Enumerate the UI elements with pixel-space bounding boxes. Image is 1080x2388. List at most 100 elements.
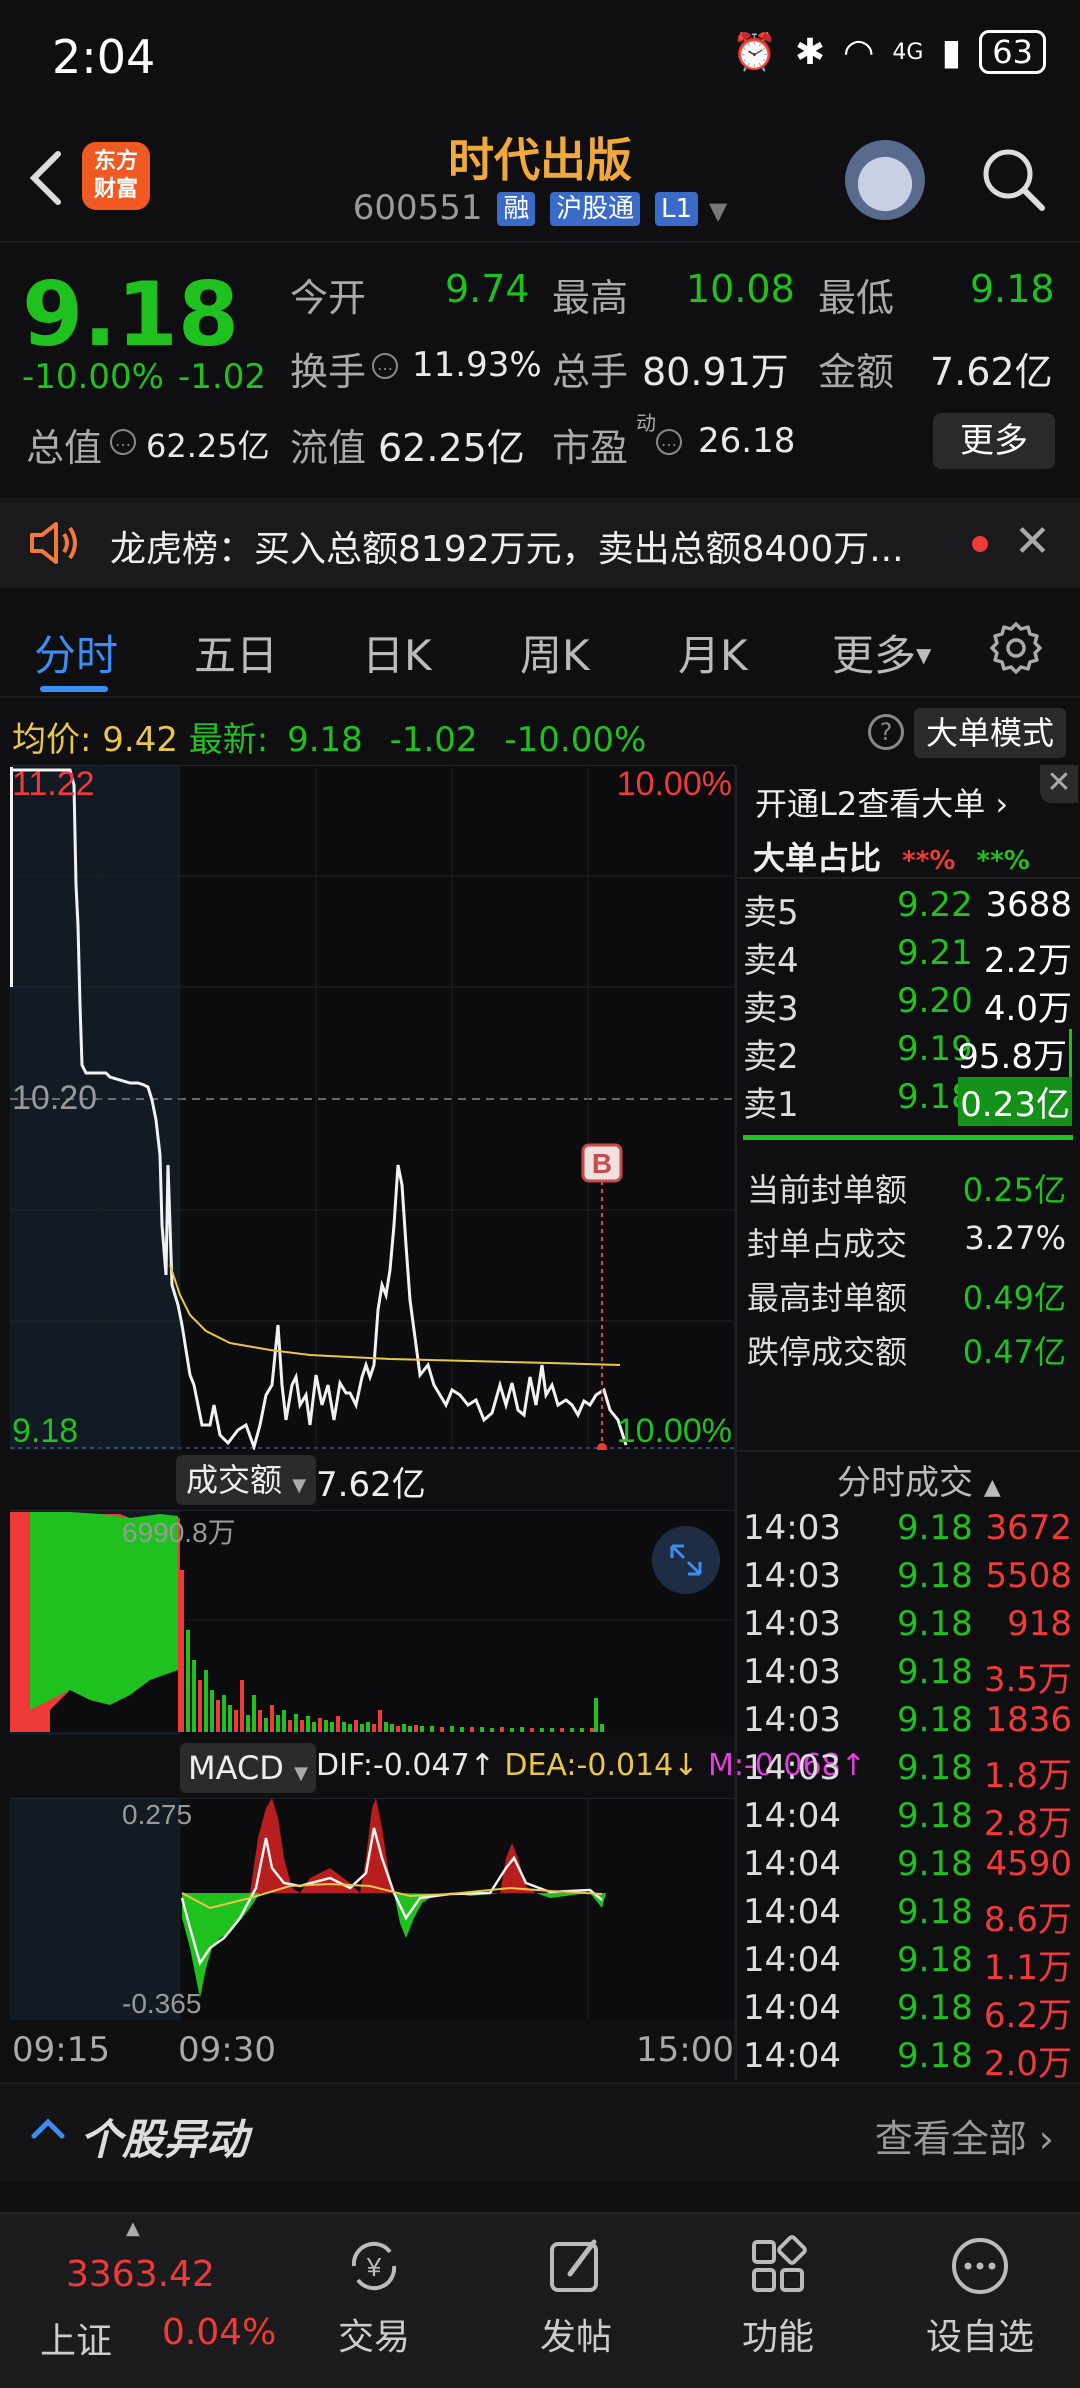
- stock-anomaly-section[interactable]: 个股异动 查看全部 ›: [0, 2082, 1080, 2182]
- avg-price-label: 均价:: [12, 720, 92, 760]
- tab-daily-k[interactable]: 日K: [362, 622, 432, 683]
- more-button[interactable]: 更多: [933, 413, 1055, 469]
- indicator-selector[interactable]: MACD ▼: [180, 1743, 316, 1793]
- stat-label: 跌停成交额: [747, 1333, 908, 1371]
- close-icon[interactable]: ✕: [1014, 516, 1051, 567]
- avg-price-value: 9.42: [102, 720, 178, 760]
- bottom-navigation: ▲ 3363.42 上证 0.04% ¥ 交易 发帖 功能 设自选: [0, 2212, 1080, 2388]
- ask-row[interactable]: 卖3 9.20 4.0万: [737, 981, 1080, 1029]
- y-mid-label: 10.20: [12, 1079, 97, 1117]
- ask-row[interactable]: 卖5 9.22 3688: [737, 885, 1080, 933]
- tab-weekly-k[interactable]: 周K: [520, 622, 590, 683]
- tick-row: 14:04 9.18 8.6万: [737, 1892, 1080, 1940]
- high-label: 最高: [552, 276, 629, 320]
- see-all-link[interactable]: 查看全部 ›: [875, 2108, 1054, 2163]
- nav-add-watchlist[interactable]: 设自选: [910, 2234, 1050, 2360]
- ask-volume: 4.0万: [983, 989, 1072, 1029]
- ticks-title[interactable]: 分时成交 ▲: [837, 1455, 1001, 1504]
- low-label: 最低: [818, 276, 895, 320]
- wifi-icon: ◠: [843, 31, 875, 73]
- ticks-title-label: 分时成交: [837, 1463, 973, 1503]
- macd-chart[interactable]: 0.275 -0.365: [10, 1798, 734, 2020]
- stock-code: 600551: [352, 188, 483, 228]
- tick-row: 14:03 9.18 1836: [737, 1700, 1080, 1748]
- tick-volume: 918: [1007, 1604, 1072, 1644]
- index-name[interactable]: 上证: [40, 2312, 112, 2364]
- tab-five-day[interactable]: 五日: [194, 622, 278, 683]
- edit-icon: [550, 2239, 598, 2292]
- tick-price: 9.18: [897, 1700, 973, 1740]
- tab-monthly-k[interactable]: 月K: [678, 622, 748, 683]
- anomaly-title: 个股异动: [80, 2115, 249, 2164]
- volume-selector[interactable]: 成交额 ▼: [176, 1455, 317, 1505]
- nav-functions-label: 功能: [741, 2317, 814, 2358]
- ask-row[interactable]: 卖1 9.18 0.23亿: [737, 1077, 1080, 1126]
- close-icon[interactable]: ✕: [1040, 765, 1078, 803]
- pe-dynamic-mark: 动: [636, 411, 656, 435]
- divider: [737, 877, 1080, 879]
- nav-post[interactable]: 发帖: [506, 2234, 646, 2360]
- speaker-icon: [30, 522, 77, 564]
- tab-more[interactable]: 更多▼: [832, 622, 931, 683]
- index-value[interactable]: 3363.42: [66, 2254, 215, 2295]
- ask-row[interactable]: 卖2 9.19 95.8万: [737, 1029, 1080, 1078]
- big-order-mode-button[interactable]: 大单模式: [914, 708, 1066, 758]
- info-icon[interactable]: …: [372, 353, 398, 379]
- tick-time: 14:03: [743, 1700, 841, 1740]
- tick-price: 9.18: [897, 2036, 973, 2076]
- tick-volume: 1.8万: [983, 1756, 1072, 1796]
- volume-chart[interactable]: 6990.8万: [10, 1510, 734, 1735]
- tab-more-label: 更多: [832, 631, 917, 680]
- tick-price: 9.18: [897, 1556, 973, 1596]
- info-icon[interactable]: …: [110, 429, 136, 455]
- pct-top-label: 10.00%: [617, 765, 732, 803]
- tick-time: 14:03: [743, 1508, 841, 1548]
- info-icon[interactable]: …: [656, 429, 682, 455]
- robot-assistant-icon[interactable]: [845, 140, 925, 220]
- tick-volume: 6.2万: [983, 1996, 1072, 2036]
- chevron-up-icon: ▲: [983, 1475, 1001, 1500]
- ask-row[interactable]: 卖4 9.21 2.2万: [737, 933, 1080, 981]
- tick-row: 14:03 9.18 1.8万: [737, 1748, 1080, 1796]
- latest-pct: -10.00%: [504, 720, 647, 760]
- nav-trade[interactable]: ¥ 交易: [304, 2234, 444, 2360]
- chart-tabs: 分时 五日 日K 周K 月K 更多▼: [0, 600, 1080, 698]
- tick-volume: 2.8万: [983, 1804, 1072, 1844]
- index-pct[interactable]: 0.04%: [162, 2312, 276, 2353]
- trade-ticks-panel[interactable]: 分时成交 ▲ 14:03 9.18 3672 14:03 9.18 5508 1…: [737, 1450, 1080, 2084]
- pe-value: 26.18: [698, 421, 796, 461]
- tab-intraday[interactable]: 分时: [34, 622, 118, 683]
- tick-volume: 5508: [985, 1556, 1072, 1596]
- ask-volume: 95.8万: [957, 1029, 1072, 1078]
- ask-volume: 3688: [985, 885, 1072, 925]
- indicator-selector-label: MACD: [188, 1749, 284, 1787]
- stat-value: 0.25亿: [962, 1171, 1066, 1209]
- alarm-icon: ⏰: [732, 32, 777, 73]
- unread-dot: [972, 536, 988, 552]
- book-divider: [743, 1135, 1073, 1140]
- notice-text[interactable]: 龙虎榜：买入总额8192万元，卖出总额8400万...: [110, 520, 904, 572]
- chevron-down-icon: ▼: [294, 1763, 308, 1784]
- latest-label: 最新:: [188, 720, 269, 760]
- intraday-price-chart[interactable]: B 11.22 10.20 9.18 10.00% 10.00%: [10, 765, 734, 1450]
- l2-upgrade-link[interactable]: 开通L2查看大单 ›: [755, 779, 1008, 825]
- search-icon[interactable]: [980, 146, 1046, 212]
- nav-functions[interactable]: 功能: [708, 2234, 848, 2360]
- tick-row: 14:04 9.18 4590: [737, 1844, 1080, 1892]
- tick-price: 9.18: [897, 1796, 973, 1836]
- help-icon[interactable]: ?: [868, 714, 904, 750]
- chevron-up-icon[interactable]: [28, 2108, 68, 2148]
- bluetooth-icon: ✱: [794, 31, 825, 73]
- trade-icon: ¥: [351, 2241, 397, 2291]
- dropdown-icon[interactable]: ▼: [709, 197, 727, 225]
- open-value: 9.74: [445, 267, 530, 311]
- notice-bar[interactable]: 龙虎榜：买入总额8192万元，卖出总额8400万... ✕: [0, 498, 1080, 588]
- gear-icon[interactable]: [988, 620, 1044, 676]
- margin-tag: 融: [497, 192, 536, 226]
- tick-row: 14:03 9.18 3672: [737, 1508, 1080, 1556]
- expand-button[interactable]: [652, 1526, 720, 1594]
- tick-time: 14:03: [743, 1604, 841, 1644]
- connect-tag: 沪股通: [550, 192, 641, 226]
- tick-volume: 4590: [985, 1844, 1072, 1884]
- volume-total: 7.62亿: [316, 1465, 426, 1505]
